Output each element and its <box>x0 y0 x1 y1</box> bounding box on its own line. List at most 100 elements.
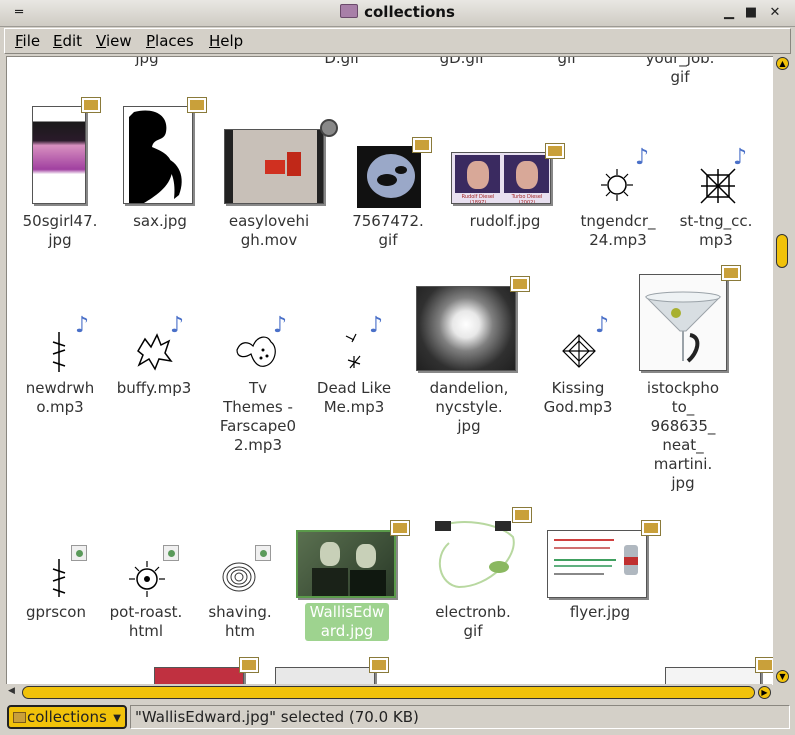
scroll-left-icon[interactable]: ◀ <box>8 686 15 696</box>
thumbnail-7567472[interactable] <box>357 146 421 208</box>
file-label-shaving[interactable]: shaving. htm <box>195 603 285 641</box>
window-title-text: collections <box>364 3 455 21</box>
thumbnail-wallisedward[interactable] <box>296 530 396 598</box>
music-note-icon: ♪ <box>595 313 610 338</box>
audio-file-icon[interactable] <box>561 333 597 369</box>
folder-icon <box>13 712 26 723</box>
thumbnail-50sgirl47[interactable] <box>32 106 86 204</box>
thumbnail-electronb[interactable] <box>429 517 521 597</box>
video-frame-detail <box>265 160 285 174</box>
image-emblem-icon <box>755 657 773 673</box>
file-label-buffy[interactable]: buffy.mp3 <box>109 379 199 398</box>
thumbnail-martini[interactable] <box>639 274 727 371</box>
file-label-dandelion[interactable]: dandelion, nycstyle. jpg <box>419 379 519 436</box>
thumbnail-partial[interactable] <box>665 667 761 685</box>
close-button[interactable]: ✕ <box>766 4 784 22</box>
thumbnail-rudolf[interactable]: Rudolf Diesel (1897) Turbo Diesel (2002) <box>451 152 551 204</box>
file-label-st-tng-cc[interactable]: st-tng_cc. mp3 <box>671 212 761 250</box>
thumbnail-partial[interactable] <box>275 667 375 685</box>
file-label-sax[interactable]: sax.jpg <box>115 212 205 231</box>
web-emblem-icon <box>255 545 271 561</box>
file-label-martini[interactable]: istockpho to_ 968635_ neat_ martini. jpg <box>633 379 733 493</box>
music-note-icon: ♪ <box>75 313 90 338</box>
file-label-partial[interactable]: gif <box>547 57 587 68</box>
file-label-pot-roast[interactable]: pot-roast. html <box>101 603 191 641</box>
image-emblem-icon <box>369 657 389 673</box>
html-file-icon[interactable] <box>127 559 167 599</box>
audio-file-icon[interactable] <box>699 167 737 205</box>
file-label-50sgirl47[interactable]: 50sgirl47. jpg <box>15 212 105 250</box>
rudolf-caption-2: Turbo Diesel (2002) <box>511 194 543 204</box>
film-reel-icon <box>320 119 338 137</box>
horizontal-scrollbar[interactable]: ◀ ▶ <box>6 684 772 702</box>
rudolf-caption-1: Rudolf Diesel (1897) <box>461 194 495 204</box>
audio-file-icon[interactable] <box>133 331 173 371</box>
thumbnail-sax[interactable] <box>123 106 193 204</box>
audio-file-icon[interactable] <box>47 332 71 372</box>
music-note-icon: ♪ <box>273 313 288 338</box>
file-label-electronb[interactable]: electronb. gif <box>423 603 523 641</box>
audio-file-icon[interactable] <box>342 332 366 370</box>
document-emblem-icon <box>71 545 87 561</box>
file-label-wallisedward[interactable]: WallisEdw ard.jpg <box>305 603 389 641</box>
menu-help[interactable]: Help <box>209 32 243 50</box>
vertical-scrollbar[interactable]: ▲ ▼ <box>774 56 791 684</box>
icon-view[interactable]: jpg D.gif gD.gif gif your_job. gif 50sgi… <box>6 56 773 685</box>
maximize-button[interactable]: ■ <box>742 4 760 22</box>
vertical-scroll-thumb[interactable] <box>776 234 788 268</box>
status-text: "WallisEdward.jpg" selected (70.0 KB) <box>130 705 790 729</box>
music-note-icon: ♪ <box>369 313 384 338</box>
file-label-dead-like-me[interactable]: Dead Like Me.mp3 <box>309 379 399 417</box>
menu-places[interactable]: Places <box>146 32 194 50</box>
file-label-7567472[interactable]: 7567472. gif <box>343 212 433 250</box>
web-emblem-icon <box>163 545 179 561</box>
title-bar[interactable]: ═ collections ▁ ■ ✕ <box>0 0 795 27</box>
chevron-down-icon: ▼ <box>113 713 121 724</box>
image-emblem-icon <box>510 276 530 292</box>
html-file-icon[interactable] <box>219 557 259 597</box>
file-label-gprscon[interactable]: gprscon <box>11 603 101 622</box>
file-label-newdrwho[interactable]: newdrwh o.mp3 <box>15 379 105 417</box>
thumbnail-dandelion[interactable] <box>416 286 516 371</box>
location-button[interactable]: collections ▼ <box>7 705 127 729</box>
image-emblem-icon <box>721 265 741 281</box>
image-emblem-icon <box>187 97 207 113</box>
menu-bar: File Edit View Places Help <box>4 28 791 54</box>
file-label-tngendcr[interactable]: tngendcr_ 24.mp3 <box>573 212 663 250</box>
file-manager-window: ═ collections ▁ ■ ✕ File Edit View Place… <box>0 0 795 735</box>
menu-view[interactable]: View <box>96 32 132 50</box>
video-frame-detail <box>287 152 301 176</box>
window-title: collections <box>0 3 795 21</box>
file-label-kissing-god[interactable]: Kissing God.mp3 <box>533 379 623 417</box>
thumbnail-easylovehigh[interactable] <box>224 129 324 204</box>
thumbnail-partial[interactable] <box>154 667 244 685</box>
audio-file-icon[interactable] <box>599 167 635 203</box>
horizontal-scroll-thumb[interactable] <box>22 686 755 699</box>
image-emblem-icon <box>81 97 101 113</box>
status-bar: collections ▼ "WallisEdward.jpg" selecte… <box>0 703 795 735</box>
music-note-icon: ♪ <box>170 313 185 338</box>
image-emblem-icon <box>239 657 259 673</box>
file-label-partial[interactable]: your_job. gif <box>635 57 725 87</box>
scroll-right-icon[interactable]: ▶ <box>758 686 771 699</box>
location-label: collections <box>27 708 107 726</box>
file-label-easylovehigh[interactable]: easylovehi gh.mov <box>219 212 319 250</box>
menu-file[interactable]: File <box>15 32 40 50</box>
file-label-flyer[interactable]: flyer.jpg <box>555 603 645 622</box>
scroll-down-icon[interactable]: ▼ <box>776 670 789 683</box>
music-note-icon: ♪ <box>635 145 650 170</box>
music-note-icon: ♪ <box>733 145 748 170</box>
file-label-tv-themes[interactable]: Tv Themes - Farscape0 2.mp3 <box>213 379 303 455</box>
file-label-partial[interactable]: D.gif <box>312 57 372 68</box>
menu-edit[interactable]: Edit <box>53 32 82 50</box>
file-label-partial[interactable]: jpg <box>117 57 177 68</box>
thumbnail-flyer[interactable] <box>547 530 647 598</box>
minimize-button[interactable]: ▁ <box>720 4 738 22</box>
rudolf-portrait-1 <box>455 155 500 193</box>
image-emblem-icon <box>512 507 532 523</box>
file-icon[interactable] <box>47 559 71 597</box>
file-label-rudolf[interactable]: rudolf.jpg <box>455 212 555 231</box>
sax-silhouette-icon <box>129 110 182 203</box>
file-label-partial[interactable]: gD.gif <box>432 57 492 68</box>
scroll-up-icon[interactable]: ▲ <box>776 57 789 70</box>
